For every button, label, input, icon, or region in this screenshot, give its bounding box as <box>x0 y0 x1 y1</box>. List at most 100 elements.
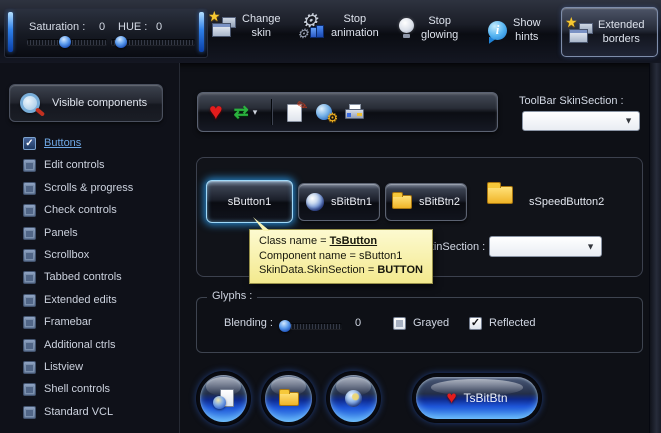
sbitbtn1-button[interactable]: sBitBtn1 <box>298 183 380 221</box>
gears-icon: ⚙ ⚙ <box>299 14 325 38</box>
refresh-dropdown-arrow-icon[interactable]: ▾ <box>253 107 258 118</box>
blending-value: 0 <box>355 317 361 329</box>
sidebar-item-standard-vcl[interactable]: Standard VCL <box>0 406 178 426</box>
sidebar: Visible components ✓ Buttons Edit contro… <box>0 63 180 433</box>
heart-icon: ♥ <box>446 388 456 408</box>
show-hints-button[interactable]: i Show hints <box>488 16 541 45</box>
extended-borders-button[interactable]: ★ Extended borders <box>561 7 658 57</box>
top-toolbar: Saturation : 0 HUE : 0 ★ Change skin ⚙ ⚙ <box>0 0 661 64</box>
checkbox-icon[interactable] <box>23 316 36 329</box>
demo-toolbar: ♥ ⇄ ▾ ✎ ⚙ <box>197 92 498 132</box>
sbutton1-button[interactable]: sButton1 <box>206 180 293 223</box>
blending-label: Blending : <box>224 317 273 329</box>
stop-glowing-label: Stop glowing <box>421 14 458 43</box>
disc-gear-icon[interactable]: ⚙ <box>316 103 335 122</box>
refresh-icon[interactable]: ⇄ <box>234 102 249 123</box>
blending-slider[interactable] <box>282 323 342 329</box>
check-icon: ✓ <box>470 318 481 329</box>
show-hints-label: Show hints <box>513 16 541 45</box>
hue-value: 0 <box>156 21 162 33</box>
hue-label: HUE : <box>118 21 147 33</box>
extended-borders-label: Extended borders <box>598 18 644 47</box>
right-border-strip <box>649 63 661 433</box>
sidebar-item-tabbed-controls[interactable]: Tabbed controls <box>0 271 178 291</box>
folder-icon <box>487 186 513 204</box>
visible-components-header[interactable]: Visible components <box>9 84 163 122</box>
folder-icon <box>279 392 299 406</box>
grayed-checkbox[interactable] <box>393 317 406 330</box>
reflected-label[interactable]: Reflected <box>489 317 535 329</box>
hint-tooltip: Class name = TsButton Component name = s… <box>249 229 433 284</box>
saturation-slider-thumb[interactable] <box>59 36 71 48</box>
light-bulb-icon <box>399 18 415 38</box>
sphere-icon <box>306 193 324 211</box>
sidebar-item-additional-ctrls[interactable]: Additional ctrls <box>0 339 178 359</box>
sspeedbutton2-button[interactable] <box>487 186 513 204</box>
checkbox-checked-icon[interactable]: ✓ <box>23 137 36 150</box>
checkbox-icon[interactable] <box>23 249 36 262</box>
accent-bar-right <box>199 12 204 52</box>
reflected-checkbox[interactable]: ✓ <box>469 317 482 330</box>
heart-icon[interactable]: ♥ <box>209 98 223 125</box>
document-globe-icon <box>213 389 235 408</box>
info-bubble-icon: i <box>488 21 507 40</box>
skinsection-combobox[interactable]: ▼ <box>489 236 602 257</box>
change-skin-label: Change skin <box>242 12 281 41</box>
tsbitbtn-button[interactable]: ♥ TsBitBtn <box>412 373 542 423</box>
checkbox-icon[interactable] <box>23 406 36 419</box>
hue-slider-thumb[interactable] <box>115 36 127 48</box>
visible-components-label: Visible components <box>52 97 147 109</box>
checkbox-icon[interactable] <box>23 271 36 284</box>
sidebar-item-scrolls-progress[interactable]: Scrolls & progress <box>0 182 178 202</box>
globe-icon <box>345 390 362 407</box>
sbitbtn1-label: sBitBtn1 <box>331 196 372 208</box>
change-skin-button[interactable]: ★ Change skin <box>210 12 281 41</box>
checkbox-icon[interactable] <box>23 204 36 217</box>
star-icon: ★ <box>565 14 578 31</box>
edit-document-icon[interactable]: ✎ <box>286 103 306 122</box>
checkbox-icon[interactable] <box>23 294 36 307</box>
tooltip-skindata-line: SkinData.SkinSection = BUTTON <box>259 263 423 278</box>
toolbar-skinsection-label: ToolBar SkinSection : <box>519 95 624 107</box>
sidebar-item-shell-controls[interactable]: Shell controls <box>0 383 178 403</box>
sbitbtn2-button[interactable]: sBitBtn2 <box>385 183 467 221</box>
sidebar-item-panels[interactable]: Panels <box>0 227 178 247</box>
round-globe-button[interactable] <box>326 371 381 426</box>
tooltip-skindata-value: BUTTON <box>377 264 423 276</box>
magnifier-icon <box>20 93 40 113</box>
star-icon: ★ <box>208 8 221 25</box>
checkbox-icon[interactable] <box>23 383 36 396</box>
tooltip-class-value: TsButton <box>330 235 377 247</box>
checkbox-icon[interactable] <box>23 339 36 352</box>
grayed-label[interactable]: Grayed <box>413 317 449 329</box>
round-folder-button[interactable] <box>261 371 316 426</box>
checkbox-icon[interactable] <box>23 182 36 195</box>
sidebar-item-extended-edits[interactable]: Extended edits <box>0 294 178 314</box>
sidebar-item-check-controls[interactable]: Check controls <box>0 204 178 224</box>
sidebar-item-listview[interactable]: Listview <box>0 361 178 381</box>
color-slider-panel: Saturation : 0 HUE : 0 <box>4 8 208 58</box>
sidebar-item-edit-controls[interactable]: Edit controls <box>0 159 178 179</box>
checkbox-icon[interactable] <box>23 227 36 240</box>
saturation-slider[interactable] <box>27 39 107 45</box>
saturation-label: Saturation : <box>29 21 85 33</box>
checkbox-icon[interactable] <box>23 159 36 172</box>
stop-glowing-button[interactable]: Stop glowing <box>399 14 458 43</box>
toolbar-skinsection-combobox[interactable]: ▼ <box>522 111 640 131</box>
stop-animation-button[interactable]: ⚙ ⚙ Stop animation <box>299 12 379 41</box>
glyphs-title: Glyphs : <box>207 290 257 302</box>
saturation-value: 0 <box>99 21 105 33</box>
sidebar-item-buttons[interactable]: ✓ Buttons <box>0 137 178 157</box>
sbitbtn2-label: sBitBtn2 <box>419 196 460 208</box>
round-document-globe-button[interactable] <box>196 371 251 426</box>
printer-icon[interactable] <box>345 104 364 121</box>
hue-slider[interactable] <box>111 39 195 45</box>
chevron-down-icon: ▼ <box>586 241 595 251</box>
glyphs-groupbox: Glyphs : Blending : 0 Grayed ✓ Reflected <box>196 297 643 353</box>
toolbar-separator <box>271 99 273 125</box>
blending-slider-thumb[interactable] <box>279 320 291 332</box>
checkbox-icon[interactable] <box>23 361 36 374</box>
sidebar-item-scrollbox[interactable]: Scrollbox <box>0 249 178 269</box>
sidebar-item-framebar[interactable]: Framebar <box>0 316 178 336</box>
chevron-down-icon: ▼ <box>624 116 633 126</box>
